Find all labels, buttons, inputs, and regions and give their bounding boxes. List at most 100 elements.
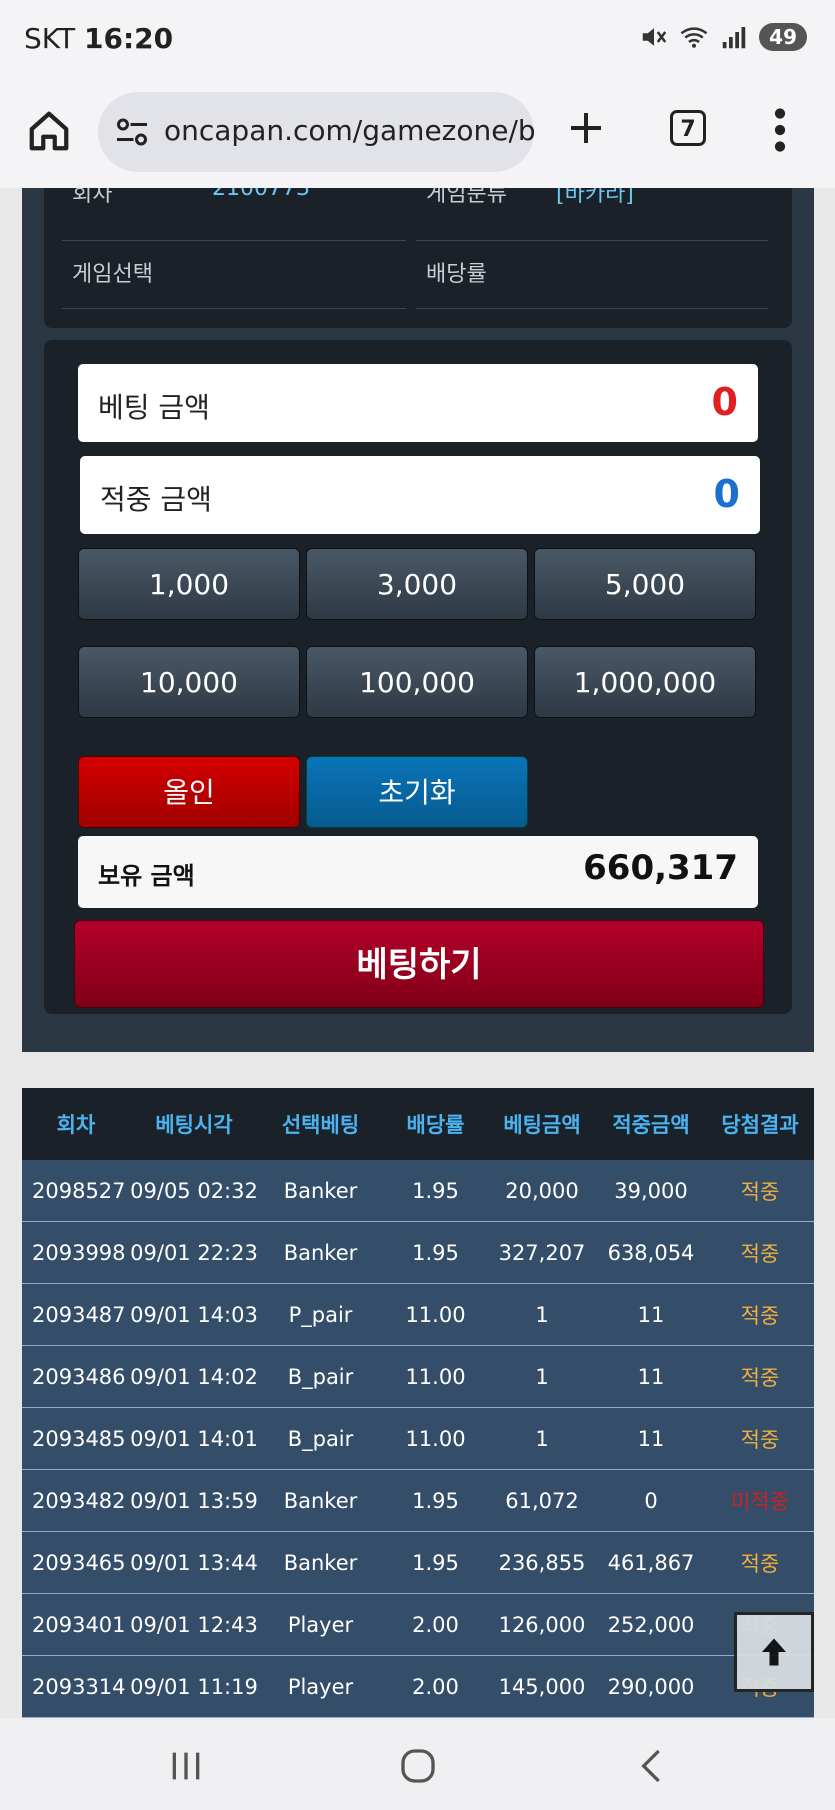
cell-time: 09/01 14:02 xyxy=(130,1364,258,1389)
cell-win: 0 xyxy=(644,1488,658,1513)
cell-result: 적중 xyxy=(740,1303,780,1328)
cell-bet: 20,000 xyxy=(505,1178,579,1203)
more-menu-icon[interactable] xyxy=(772,108,788,152)
chip-button-10000[interactable]: 10,000 xyxy=(78,646,300,718)
cell-odds: 11.00 xyxy=(405,1302,466,1327)
cell-win: 11 xyxy=(637,1426,665,1451)
category-label: 게임분류 xyxy=(426,188,507,207)
header-pick: 선택베팅 xyxy=(281,1113,360,1137)
cell-win: 638,054 xyxy=(607,1240,695,1265)
balance-row: 보유 금액 660,317 xyxy=(78,836,758,908)
cell-time: 09/01 13:44 xyxy=(130,1550,258,1575)
info-selection: 게임선택 xyxy=(62,244,406,309)
table-row: 2093401 09/01 12:43 Player 2.00 126,000 252,0… xyxy=(22,1594,814,1656)
cell-pick: Banker xyxy=(283,1550,358,1575)
table-row: 2093487 09/01 14:03 P_pair 11.00 1 11 적중 xyxy=(22,1284,814,1346)
table-row: 2093482 09/01 13:59 Banker 1.95 61,072 0 미적중 xyxy=(22,1470,814,1532)
chip-button-100000[interactable]: 100,000 xyxy=(306,646,528,718)
table-row: 2093998 09/01 22:23 Banker 1.95 327,207 638,0… xyxy=(22,1222,814,1284)
cell-time: 09/01 22:23 xyxy=(130,1240,258,1265)
status-bar: SKT 16:20 49 xyxy=(0,0,835,80)
round-label: 회차 xyxy=(72,188,113,207)
wifi-icon xyxy=(680,27,708,48)
header-time: 베팅시각 xyxy=(155,1113,233,1137)
cell-pick: B_pair xyxy=(287,1426,354,1451)
cell-win: 11 xyxy=(637,1302,665,1327)
home-icon[interactable] xyxy=(26,108,72,154)
balance-value: 660,317 xyxy=(583,848,738,888)
address-bar[interactable]: oncapan.com/gamezone/ba xyxy=(98,92,534,172)
header-round: 회차 xyxy=(56,1113,96,1137)
cell-bet: 145,000 xyxy=(498,1674,586,1699)
scroll-top-button[interactable] xyxy=(734,1612,814,1692)
new-tab-icon[interactable] xyxy=(566,108,606,148)
cell-time: 09/01 11:19 xyxy=(130,1674,258,1699)
cell-pick: Banker xyxy=(283,1240,358,1265)
page-content: 회차 2100773 게임분류 [바카라] 게임선택 배당률 베팅 금액 0 적… xyxy=(0,188,835,1718)
info-round: 회차 2100773 xyxy=(62,188,406,241)
cell-time: 09/01 14:01 xyxy=(130,1426,258,1451)
system-nav-bar xyxy=(0,1718,835,1810)
cell-bet: 327,207 xyxy=(498,1240,586,1265)
site-settings-icon[interactable] xyxy=(114,114,150,150)
cell-odds: 1.95 xyxy=(412,1488,459,1513)
chip-button-5000[interactable]: 5,000 xyxy=(534,548,756,620)
cell-bet: 1 xyxy=(535,1364,549,1389)
recent-apps-icon[interactable] xyxy=(166,1746,206,1786)
carrier-label: SKT xyxy=(24,22,76,55)
cell-time: 09/01 14:03 xyxy=(130,1302,258,1327)
cell-result: 미적중 xyxy=(731,1489,789,1514)
cell-round: 2093485 xyxy=(32,1426,126,1451)
cell-bet: 126,000 xyxy=(498,1612,586,1637)
cell-round: 2098527 xyxy=(32,1178,126,1203)
chip-button-1000[interactable]: 1,000 xyxy=(78,548,300,620)
cell-odds: 2.00 xyxy=(412,1612,459,1637)
signal-icon xyxy=(722,27,746,49)
cell-round: 2093487 xyxy=(32,1302,126,1327)
table-row: 2093485 09/01 14:01 B_pair 11.00 1 11 적중 xyxy=(22,1408,814,1470)
win-amount-label: 적중 금액 xyxy=(100,483,212,516)
cell-odds: 1.95 xyxy=(412,1178,459,1203)
table-row: 2093486 09/01 14:02 B_pair 11.00 1 11 적중 xyxy=(22,1346,814,1408)
cell-bet: 1 xyxy=(535,1426,549,1451)
all-in-button[interactable]: 올인 xyxy=(78,756,300,828)
chip-button-1000000[interactable]: 1,000,000 xyxy=(534,646,756,718)
status-icons: 49 xyxy=(639,22,807,52)
odds-label: 배당률 xyxy=(426,262,487,287)
header-odds: 배당률 xyxy=(406,1113,465,1137)
bet-amount-row: 베팅 금액 0 xyxy=(78,364,758,442)
home-nav-icon[interactable] xyxy=(398,1746,438,1786)
back-icon[interactable] xyxy=(632,1746,672,1786)
category-value: [바카라] xyxy=(556,188,634,207)
place-bet-button[interactable]: 베팅하기 xyxy=(74,920,764,1008)
game-box: 회차 2100773 게임분류 [바카라] 게임선택 배당률 베팅 금액 0 적… xyxy=(22,188,814,1052)
cell-result: 적중 xyxy=(740,1365,780,1390)
carrier-time: SKT 16:20 xyxy=(24,22,173,55)
cell-win: 290,000 xyxy=(607,1674,695,1699)
cell-bet: 61,072 xyxy=(505,1488,579,1513)
url-text: oncapan.com/gamezone/ba xyxy=(164,114,534,147)
cell-time: 09/01 12:43 xyxy=(130,1612,258,1637)
cell-time: 09/01 13:59 xyxy=(130,1488,258,1513)
cell-bet: 1 xyxy=(535,1302,549,1327)
cell-result: 적중 xyxy=(740,1551,780,1576)
bet-amount-value: 0 xyxy=(711,380,738,424)
cell-bet: 236,855 xyxy=(498,1550,586,1575)
cell-round: 2093486 xyxy=(32,1364,126,1389)
info-category: 게임분류 [바카라] xyxy=(416,188,768,241)
bet-amount-label: 베팅 금액 xyxy=(98,391,210,424)
cell-pick: B_pair xyxy=(287,1364,354,1389)
chip-button-3000[interactable]: 3,000 xyxy=(306,548,528,620)
selection-label: 게임선택 xyxy=(72,262,153,287)
cell-win: 252,000 xyxy=(607,1612,695,1637)
cell-win: 39,000 xyxy=(614,1178,688,1203)
tab-switcher-button[interactable]: 7 xyxy=(670,110,706,146)
cell-round: 2093314 xyxy=(32,1674,126,1699)
header-result: 당첨결과 xyxy=(721,1113,799,1137)
table-row: 2098527 09/05 02:32 Banker 1.95 20,000 39,000… xyxy=(22,1160,814,1222)
reset-button[interactable]: 초기화 xyxy=(306,756,528,828)
header-bet: 베팅금액 xyxy=(503,1113,581,1137)
cell-pick: Banker xyxy=(283,1488,358,1513)
table-row: 2093314 09/01 11:19 Player 2.00 145,000 290,0… xyxy=(22,1656,814,1718)
cell-odds: 11.00 xyxy=(405,1364,466,1389)
